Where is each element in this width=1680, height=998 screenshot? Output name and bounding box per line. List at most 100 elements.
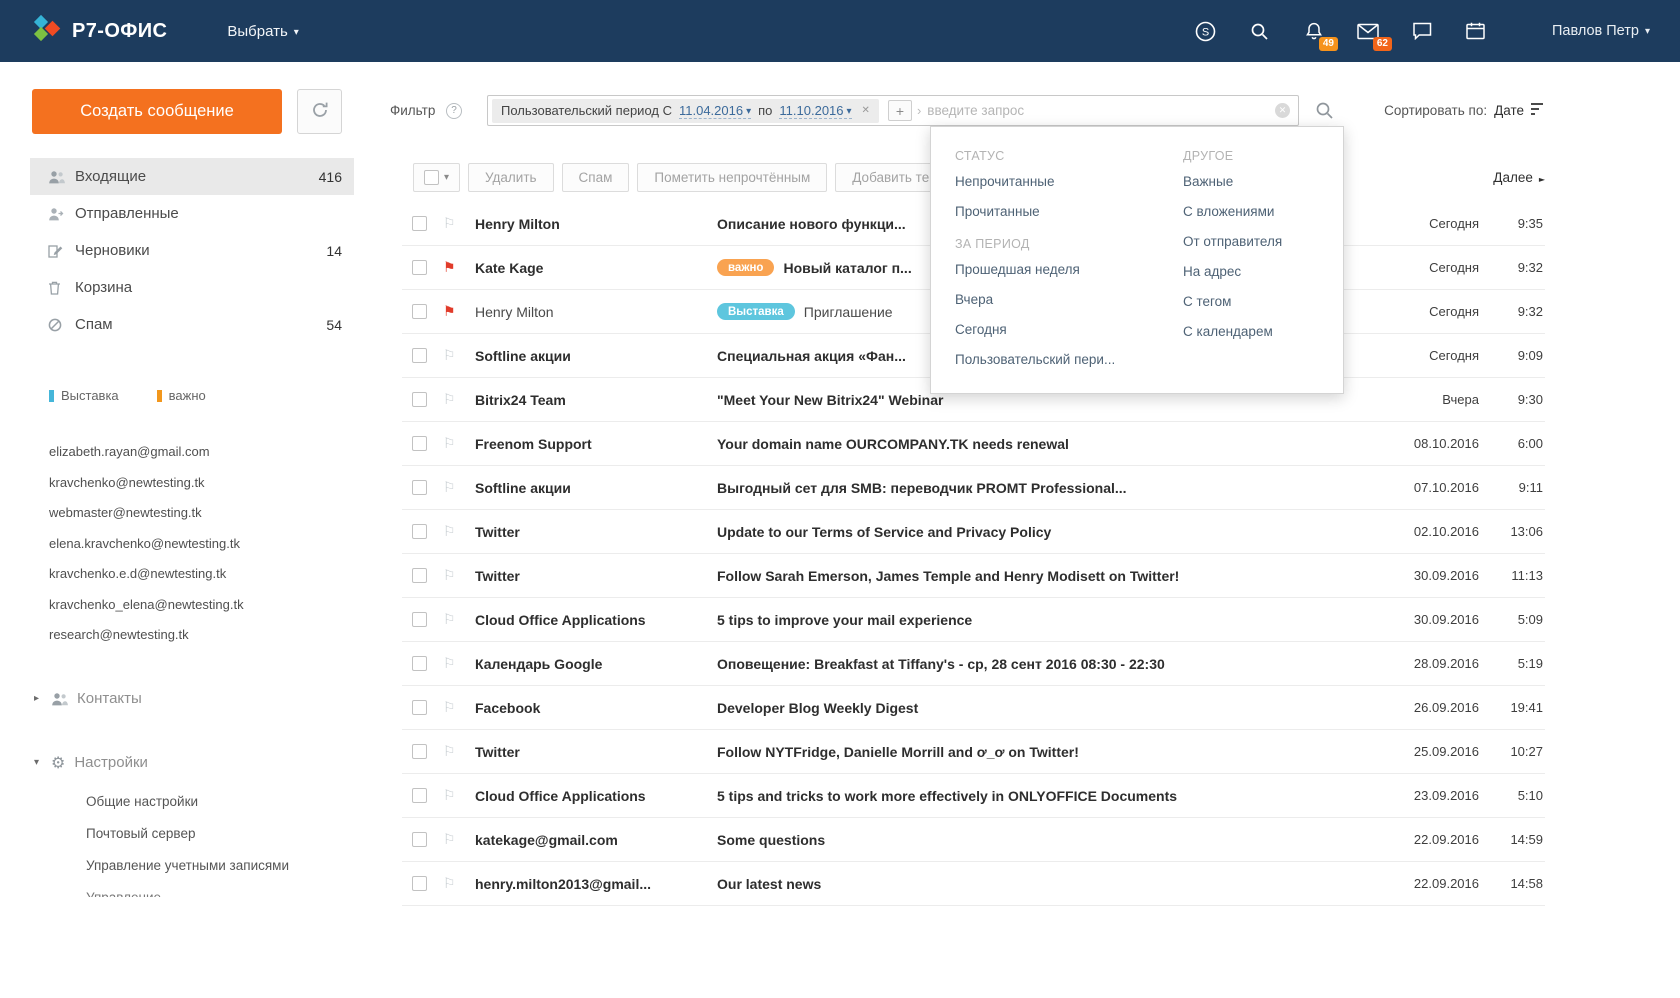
sidebar-item-settings[interactable]: ⚙ Настройки — [34, 753, 148, 772]
flag-icon[interactable]: ⚑ — [443, 260, 460, 276]
add-filter-button[interactable]: + — [887, 100, 912, 121]
compose-button[interactable]: Создать сообщение — [32, 89, 282, 134]
mail-icon[interactable]: 62 — [1356, 19, 1392, 51]
dropdown-item[interactable]: С вложениями — [1183, 197, 1343, 227]
tag-legend-item[interactable]: важно — [156, 388, 206, 403]
email-checkbox[interactable] — [412, 700, 427, 715]
email-checkbox[interactable] — [412, 216, 427, 231]
sidebar-address[interactable]: elizabeth.rayan@gmail.com — [49, 437, 244, 468]
dropdown-item[interactable]: С календарем — [1183, 317, 1343, 347]
settings-subitem[interactable]: Общие настройки — [86, 786, 289, 818]
toolbar-button[interactable]: Спам — [561, 162, 630, 192]
calendar-icon[interactable] — [1464, 19, 1488, 43]
email-checkbox[interactable] — [412, 260, 427, 275]
dropdown-item[interactable]: С тегом — [1183, 287, 1343, 317]
flag-icon[interactable]: ⚐ — [443, 612, 460, 628]
dropdown-item[interactable]: Прочитанные — [955, 197, 1183, 227]
email-checkbox[interactable] — [412, 568, 427, 583]
dropdown-item[interactable]: Непрочитанные — [955, 167, 1183, 197]
sidebar-address[interactable]: webmaster@newtesting.tk — [49, 498, 244, 529]
feed-icon[interactable]: 49 — [1302, 19, 1338, 51]
sort-value[interactable]: Дате — [1494, 103, 1524, 118]
sidebar-folder-trash[interactable]: Корзина — [30, 269, 354, 306]
help-icon[interactable] — [446, 103, 462, 119]
sidebar-address[interactable]: research@newtesting.tk — [49, 620, 244, 651]
email-row[interactable]: ⚐ Cloud Office Applications 5 tips to impr… — [402, 598, 1545, 642]
chevron-right-icon[interactable] — [34, 693, 42, 704]
filter-search-icon[interactable] — [1315, 101, 1334, 125]
select-all-checkbox[interactable] — [423, 169, 439, 185]
email-checkbox[interactable] — [412, 876, 427, 891]
dropdown-item[interactable]: Прошедшая неделя — [955, 255, 1183, 285]
dropdown-item[interactable]: Пользовательский пери... — [955, 345, 1183, 375]
email-checkbox[interactable] — [412, 392, 427, 407]
flag-icon[interactable]: ⚐ — [443, 700, 460, 716]
settings-subitem[interactable]: Почтовый сервер — [86, 818, 289, 850]
user-menu[interactable]: Павлов Петр — [1552, 23, 1650, 39]
email-row[interactable]: ⚐ Freenom Support Your domain name OURCOMP… — [402, 422, 1545, 466]
flag-icon[interactable]: ⚐ — [443, 876, 460, 892]
sidebar-address[interactable]: elena.kravchenko@newtesting.tk — [49, 529, 244, 560]
refresh-button[interactable] — [297, 89, 342, 134]
select-all-dropdown[interactable] — [413, 162, 460, 192]
remove-filter-icon[interactable] — [862, 105, 870, 116]
sidebar-address[interactable]: kravchenko_elena@newtesting.tk — [49, 590, 244, 621]
search-query-input[interactable] — [925, 102, 1275, 119]
dropdown-item[interactable]: От отправителя — [1183, 227, 1343, 257]
tag-legend-item[interactable]: Выставка — [49, 388, 119, 403]
email-row[interactable]: ⚐ Twitter Update to our Terms of Service a… — [402, 510, 1545, 554]
sidebar-address[interactable]: kravchenko.e.d@newtesting.tk — [49, 559, 244, 590]
app-logo[interactable]: Р7-ОФИС — [32, 14, 167, 49]
sidebar-folder-inbox[interactable]: Входящие 416 — [30, 158, 354, 195]
sidebar-address[interactable]: kravchenko@newtesting.tk — [49, 468, 244, 499]
toolbar-button[interactable]: Удалить — [468, 162, 554, 192]
flag-icon[interactable]: ⚐ — [443, 788, 460, 804]
flag-icon[interactable]: ⚐ — [443, 656, 460, 672]
email-row[interactable]: ⚐ henry.milton2013@gmail... Our latest new… — [402, 862, 1545, 906]
email-row[interactable]: ⚐ katekage@gmail.com Some questions 22.09.2… — [402, 818, 1545, 862]
flag-icon[interactable]: ⚐ — [443, 392, 460, 408]
email-checkbox[interactable] — [412, 612, 427, 627]
flag-icon[interactable]: ⚐ — [443, 348, 460, 364]
email-checkbox[interactable] — [412, 348, 427, 363]
settings-subitem[interactable]: Управление ... — [86, 882, 289, 897]
email-checkbox[interactable] — [412, 436, 427, 451]
sidebar-folder-drafts[interactable]: Черновики 14 — [30, 232, 354, 269]
select-menu-button[interactable]: Выбрать — [227, 23, 298, 40]
flag-icon[interactable]: ⚐ — [443, 524, 460, 540]
filter-box[interactable]: Пользовательский период С 11.04.2016 по … — [487, 95, 1299, 126]
date-from-link[interactable]: 11.04.2016 — [678, 103, 752, 119]
dropdown-item[interactable]: Сегодня — [955, 315, 1183, 345]
email-checkbox[interactable] — [412, 744, 427, 759]
email-checkbox[interactable] — [412, 524, 427, 539]
email-checkbox[interactable] — [412, 656, 427, 671]
s-circle-icon[interactable]: S — [1194, 19, 1218, 43]
chevron-down-icon[interactable] — [34, 757, 42, 768]
email-checkbox[interactable] — [412, 832, 427, 847]
toolbar-button[interactable]: Пометить непрочтённым — [637, 162, 828, 192]
date-to-link[interactable]: 11.10.2016 — [779, 103, 852, 119]
flag-icon[interactable]: ⚐ — [443, 832, 460, 848]
flag-icon[interactable]: ⚐ — [443, 216, 460, 232]
email-row[interactable]: ⚐ Twitter Follow NYTFridge, Danielle Morri… — [402, 730, 1545, 774]
dropdown-item[interactable]: Вчера — [955, 285, 1183, 315]
email-row[interactable]: ⚐ Календарь Google Оповещение: Breakfast a… — [402, 642, 1545, 686]
email-checkbox[interactable] — [412, 788, 427, 803]
flag-icon[interactable]: ⚐ — [443, 436, 460, 452]
flag-icon[interactable]: ⚐ — [443, 744, 460, 760]
email-row[interactable]: ⚐ Softline акции Выгодный сет для SMB: пер… — [402, 466, 1545, 510]
chat-icon[interactable] — [1410, 19, 1434, 43]
flag-icon[interactable]: ⚑ — [443, 304, 460, 320]
email-row[interactable]: ⚐ Facebook Developer Blog Weekly Digest 26.… — [402, 686, 1545, 730]
next-page-button[interactable]: Далее — [1493, 170, 1545, 185]
dropdown-item[interactable]: Важные — [1183, 167, 1343, 197]
filter-chip[interactable]: Пользовательский период С 11.04.2016 по … — [492, 98, 879, 123]
email-checkbox[interactable] — [412, 480, 427, 495]
dropdown-item[interactable]: На адрес — [1183, 257, 1343, 287]
email-row[interactable]: ⚐ Twitter Follow Sarah Emerson, James Temp… — [402, 554, 1545, 598]
clear-search-icon[interactable] — [1275, 103, 1290, 118]
sidebar-folder-spam[interactable]: Спам 54 — [30, 306, 354, 343]
search-icon[interactable] — [1248, 19, 1272, 43]
email-checkbox[interactable] — [412, 304, 427, 319]
flag-icon[interactable]: ⚐ — [443, 568, 460, 584]
